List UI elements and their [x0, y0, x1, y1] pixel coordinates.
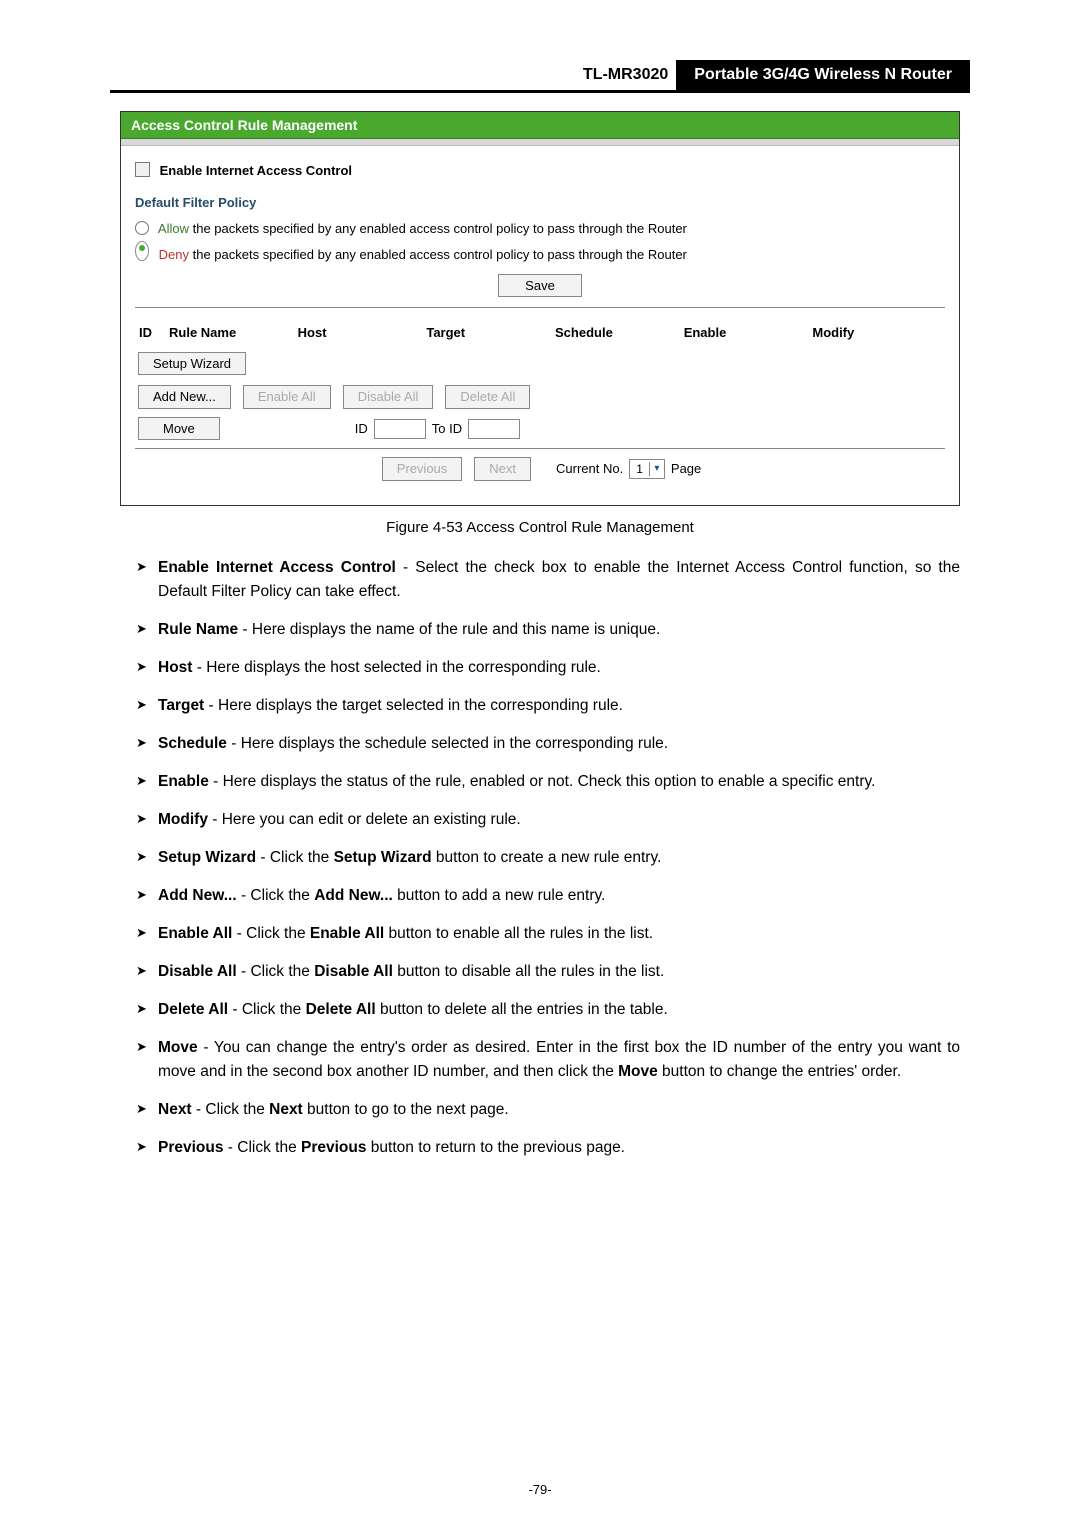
- policy-deny-text: the packets specified by any enabled acc…: [189, 247, 687, 262]
- list-item: Move - You can change the entry's order …: [136, 1036, 960, 1098]
- inner-bold: Next: [269, 1101, 303, 1118]
- inner-bold: Disable All: [314, 963, 393, 980]
- enable-iac-label: Enable Internet Access Control: [160, 163, 352, 178]
- list-item: Target - Here displays the target select…: [136, 694, 960, 732]
- figure-screenshot: Access Control Rule Management Enable In…: [120, 111, 960, 506]
- policy-deny-prefix: Deny: [159, 247, 189, 262]
- list-item: Delete All - Click the Delete All button…: [136, 998, 960, 1036]
- policy-allow-radio[interactable]: [135, 221, 149, 235]
- doc-header: TL-MR3020 Portable 3G/4G Wireless N Rout…: [110, 60, 970, 93]
- term: Enable All: [158, 925, 232, 942]
- term: Schedule: [158, 735, 227, 752]
- term: Modify: [158, 811, 208, 828]
- col-target: Target: [426, 324, 555, 342]
- delete-all-button[interactable]: Delete All: [445, 385, 530, 409]
- term: Setup Wizard: [158, 849, 256, 866]
- term: Target: [158, 697, 204, 714]
- term: Enable: [158, 773, 209, 790]
- model-label: TL-MR3020: [110, 60, 676, 90]
- rule-table-header: ID Rule Name Host Target Schedule Enable…: [135, 316, 945, 348]
- page-number: -79-: [0, 1481, 1080, 1499]
- col-rule-name: Rule Name: [169, 324, 298, 342]
- term: Move: [158, 1039, 198, 1056]
- move-to-id-input[interactable]: [468, 419, 520, 439]
- add-new-button[interactable]: Add New...: [138, 385, 231, 409]
- term: Previous: [158, 1139, 223, 1156]
- move-to-id-label: To ID: [432, 420, 462, 438]
- setup-wizard-button[interactable]: Setup Wizard: [138, 352, 246, 376]
- figure-caption: Figure 4-53 Access Control Rule Manageme…: [110, 518, 970, 538]
- list-item: Rule Name - Here displays the name of th…: [136, 618, 960, 656]
- default-filter-policy-heading: Default Filter Policy: [135, 194, 945, 212]
- list-item: Schedule - Here displays the schedule se…: [136, 732, 960, 770]
- move-button[interactable]: Move: [138, 417, 220, 441]
- term: Next: [158, 1101, 192, 1118]
- list-item: Host - Here displays the host selected i…: [136, 656, 960, 694]
- policy-deny-radio[interactable]: [135, 241, 149, 261]
- col-schedule: Schedule: [555, 324, 684, 342]
- col-id: ID: [139, 324, 169, 342]
- disable-all-button[interactable]: Disable All: [343, 385, 434, 409]
- inner-bold: Enable All: [310, 925, 384, 942]
- list-item: Add New... - Click the Add New... button…: [136, 884, 960, 922]
- term: Add New...: [158, 887, 241, 904]
- previous-button[interactable]: Previous: [382, 457, 463, 481]
- enable-iac-checkbox[interactable]: [135, 162, 150, 177]
- term: Enable Internet Access Control: [158, 559, 396, 576]
- page-select-value: 1: [630, 461, 649, 477]
- list-item: Modify - Here you can edit or delete an …: [136, 808, 960, 846]
- inner-bold: Previous: [301, 1139, 366, 1156]
- inner-bold: Delete All: [306, 1001, 376, 1018]
- list-item: Setup Wizard - Click the Setup Wizard bu…: [136, 846, 960, 884]
- list-item: Enable All - Click the Enable All button…: [136, 922, 960, 960]
- panel-title: Access Control Rule Management: [121, 112, 959, 140]
- list-item: Enable Internet Access Control - Select …: [136, 556, 960, 618]
- description-list: Enable Internet Access Control - Select …: [110, 556, 970, 1174]
- next-button[interactable]: Next: [474, 457, 531, 481]
- term: Rule Name: [158, 621, 238, 638]
- list-item: Disable All - Click the Disable All butt…: [136, 960, 960, 998]
- policy-allow-prefix: Allow: [158, 221, 189, 236]
- term: Disable All: [158, 963, 237, 980]
- move-id-label: ID: [355, 420, 368, 438]
- inner-bold: Add New...: [314, 887, 393, 904]
- inner-bold: Setup Wizard: [334, 849, 432, 866]
- term: Delete All: [158, 1001, 228, 1018]
- policy-allow-text: the packets specified by any enabled acc…: [189, 221, 687, 236]
- enable-all-button[interactable]: Enable All: [243, 385, 331, 409]
- term: Host: [158, 659, 192, 676]
- chevron-down-icon: ▾: [649, 462, 664, 476]
- list-item: Previous - Click the Previous button to …: [136, 1136, 960, 1174]
- save-button[interactable]: Save: [498, 274, 582, 298]
- list-item: Next - Click the Next button to go to th…: [136, 1098, 960, 1136]
- inner-bold: Move: [618, 1063, 658, 1080]
- page-label: Page: [671, 460, 701, 478]
- page-select[interactable]: 1 ▾: [629, 459, 665, 479]
- list-item: Enable - Here displays the status of the…: [136, 770, 960, 808]
- col-host: Host: [298, 324, 427, 342]
- current-no-label: Current No.: [556, 460, 623, 478]
- col-modify: Modify: [812, 324, 941, 342]
- col-enable: Enable: [684, 324, 813, 342]
- move-id-input[interactable]: [374, 419, 426, 439]
- product-label: Portable 3G/4G Wireless N Router: [676, 60, 970, 90]
